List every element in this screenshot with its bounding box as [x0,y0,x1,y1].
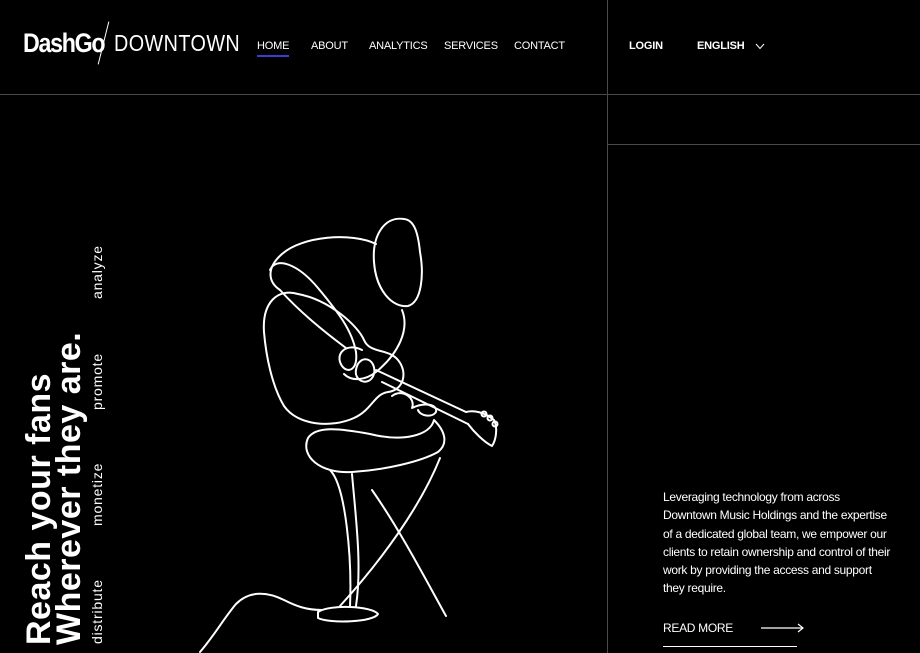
hero-verb-analyze: analyze [89,245,105,299]
vertical-divider [607,0,608,653]
nav-home[interactable]: HOME [257,40,290,57]
nav-analytics[interactable]: ANALYTICS [369,40,428,52]
chevron-down-icon [755,43,764,50]
long-arrow-right-icon [760,623,804,633]
hero-verb-monetize: monetize [89,462,105,526]
language-selector[interactable]: ENGLISH [697,40,765,52]
guitarist-line-art [199,217,499,653]
intro-description: Leveraging technology from across Downto… [663,490,891,596]
dashgo-downtown-logo[interactable]: DashGo DOWNTOWN [23,21,261,65]
nav-services[interactable]: SERVICES [444,40,498,52]
right-panel-divider [608,144,920,145]
nav-about[interactable]: ABOUT [311,40,348,52]
logo-brand: DashGo [23,27,106,58]
header-divider [0,94,920,95]
read-more-link[interactable]: READ MORE [663,621,805,635]
hero-verb-promote: promote [89,353,105,410]
login-link[interactable]: LOGIN [629,40,663,52]
hero-headline-line2: Wherever they are. [50,331,88,645]
nav-contact[interactable]: CONTACT [514,40,565,52]
read-more-label: READ MORE [663,621,733,635]
read-more-underline [663,646,797,647]
hero-verb-distribute: distribute [89,579,105,644]
language-label: ENGLISH [697,40,745,52]
logo-division: DOWNTOWN [114,29,241,56]
